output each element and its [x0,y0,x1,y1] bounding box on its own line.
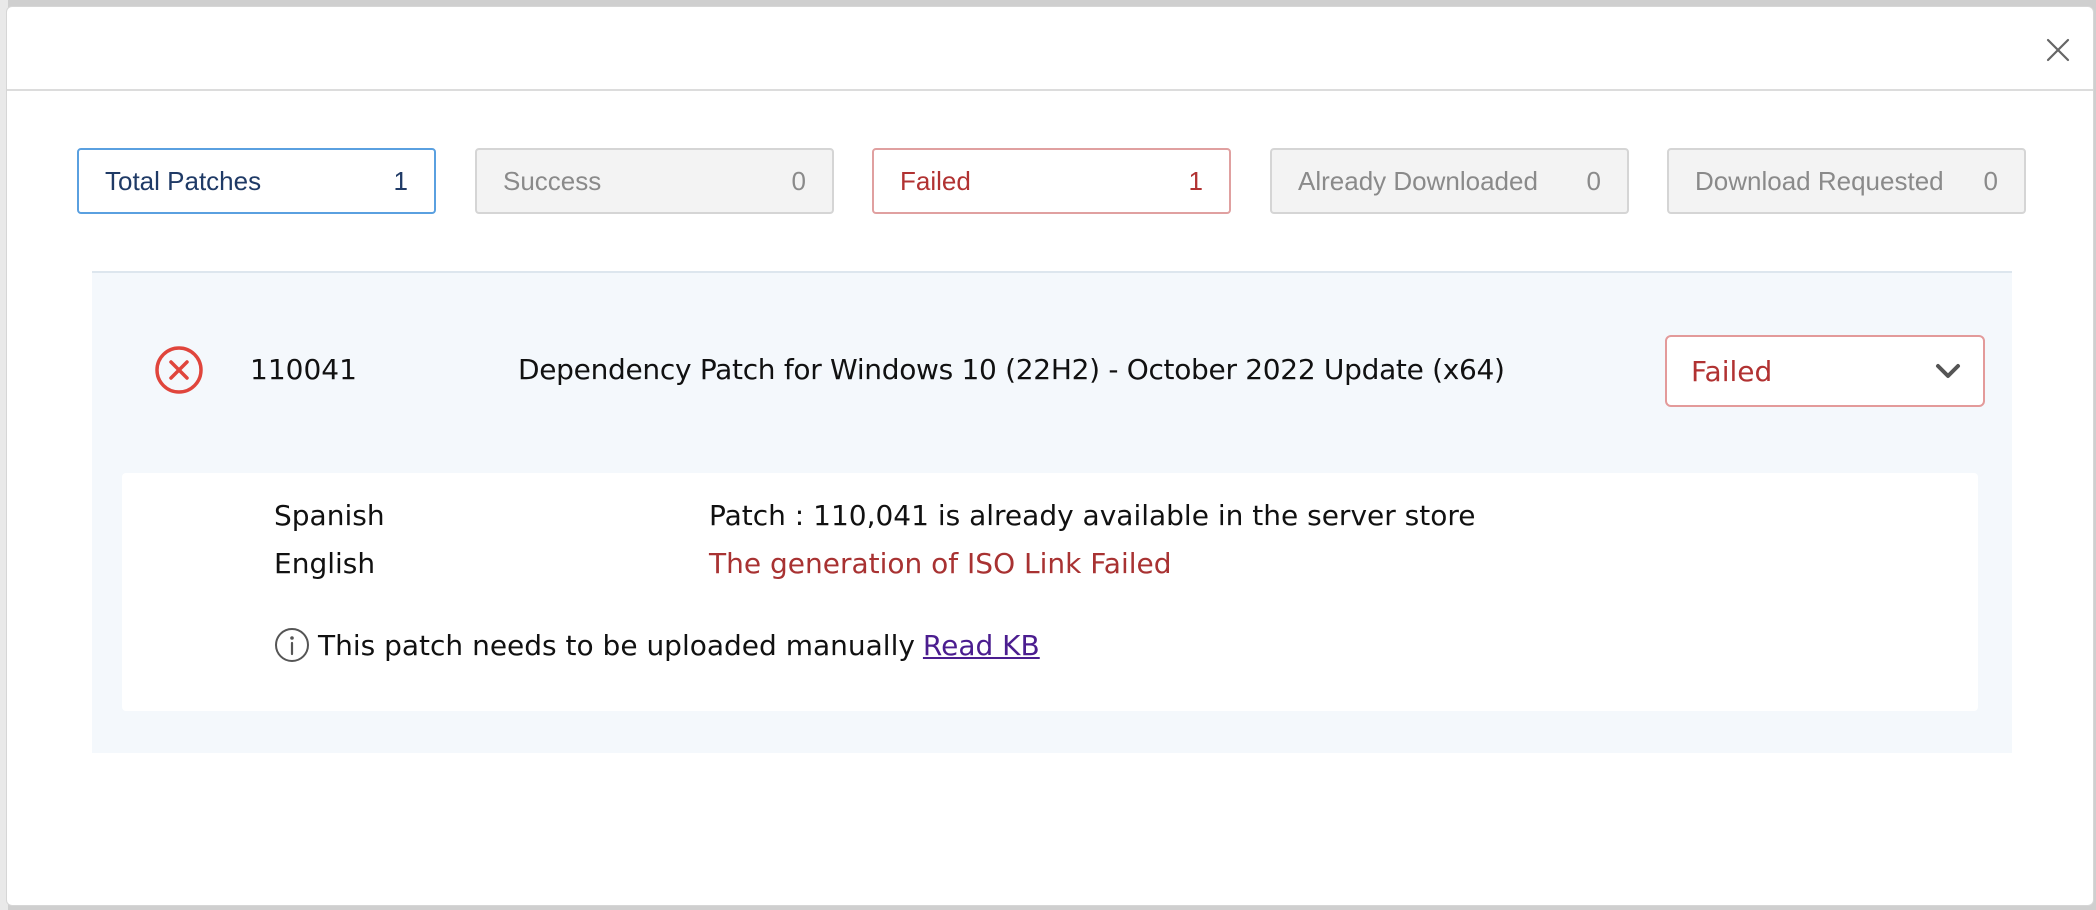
stat-total-patches[interactable]: Total Patches 1 [77,148,436,214]
patch-row: 110041 Dependency Patch for Windows 10 (… [92,271,2012,753]
read-kb-link[interactable]: Read KB [923,629,1040,662]
stat-failed[interactable]: Failed 1 [872,148,1231,214]
close-icon [2046,38,2070,62]
status-summary: Total Patches 1 Success 0 Failed 1 Alrea… [77,148,2035,216]
status-dropdown[interactable]: Failed [1665,335,1985,407]
detail-message: Patch : 110,041 is already available in … [709,499,1476,532]
stat-count: 1 [393,165,408,196]
stat-label: Failed [900,165,971,196]
status-dropdown-value: Failed [1691,354,1773,388]
manual-upload-note: This patch needs to be uploaded manually… [274,627,1040,663]
chevron-down-icon [1936,364,1960,378]
dialog-header [7,7,2093,91]
stat-count: 0 [1586,165,1601,196]
close-button[interactable] [2045,37,2071,63]
stat-count: 0 [791,165,806,196]
error-circle-icon [155,346,203,394]
patch-title: Dependency Patch for Windows 10 (22H2) -… [518,353,1505,386]
detail-language: Spanish [274,499,385,532]
stat-label: Success [503,165,602,196]
stat-count: 1 [1188,165,1203,196]
patch-status-dialog: Total Patches 1 Success 0 Failed 1 Alrea… [6,6,2094,906]
detail-error-message: The generation of ISO Link Failed [709,547,1172,580]
stat-already-downloaded[interactable]: Already Downloaded 0 [1270,148,1629,214]
stat-label: Download Requested [1695,165,1944,196]
note-text: This patch needs to be uploaded manually [318,628,915,662]
stat-download-requested[interactable]: Download Requested 0 [1667,148,2026,214]
detail-language: English [274,547,376,580]
stat-label: Total Patches [105,165,262,196]
stat-success[interactable]: Success 0 [475,148,834,214]
info-icon [275,628,309,662]
stat-label: Already Downloaded [1298,165,1538,196]
patch-id: 110041 [250,353,357,386]
patch-details: Spanish Patch : 110,041 is already avail… [122,473,1978,711]
stat-count: 0 [1983,165,1998,196]
